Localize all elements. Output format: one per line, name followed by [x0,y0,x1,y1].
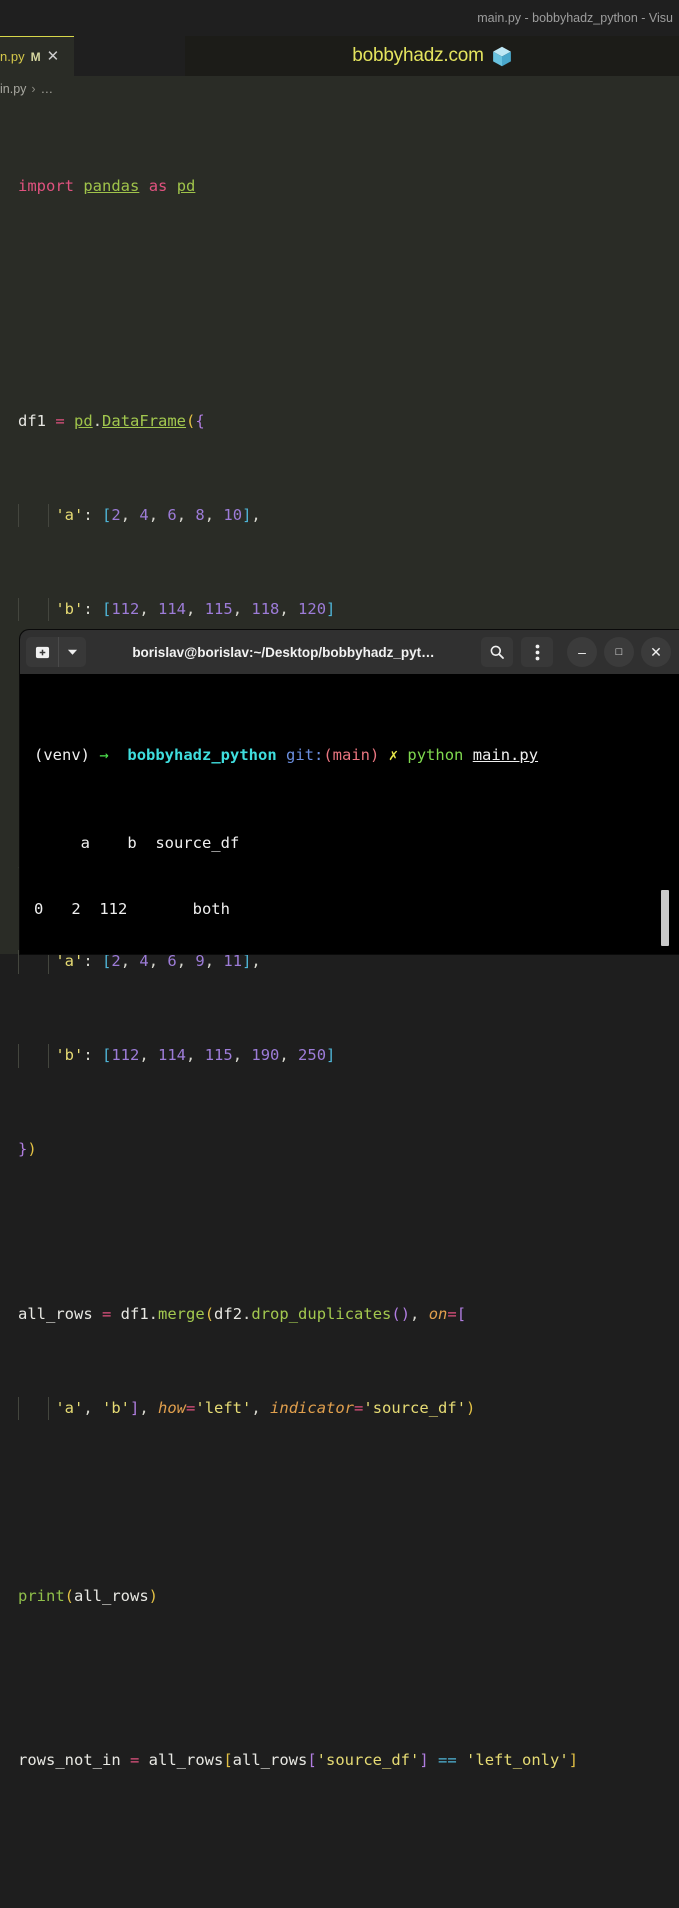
code-line: print(all_rows) [0,1585,679,1609]
editor-tab-main-py[interactable]: n.py M ✕ [0,36,74,76]
terminal-scrollbar[interactable] [661,890,669,946]
git-branch: (main) [323,746,379,764]
code-line [0,1843,679,1867]
code-line: rows_not_in = all_rows[all_rows['source_… [0,1749,679,1773]
close-button[interactable]: ✕ [641,637,671,667]
close-icon[interactable]: ✕ [47,49,60,64]
breadcrumb-file[interactable]: in.py [0,82,26,96]
code-line: 'b': [112, 114, 115, 118, 120] [0,598,679,622]
search-icon[interactable] [481,637,513,667]
search-glyph [489,644,505,660]
code-line [0,316,679,340]
chevron-right-icon: › [31,82,35,96]
editor-tabstrip: n.py M ✕ bobbyhadz.com [0,36,679,76]
venv-label: (venv) [34,746,90,764]
chevron-down-glyph [67,648,78,656]
minimize-button[interactable]: – [567,637,597,667]
tab-modified-badge: M [31,50,41,64]
prompt-arrow-icon: → [99,746,108,764]
maximize-icon: □ [616,646,623,658]
command-program: python [407,746,463,764]
vertical-dots-glyph [535,644,540,661]
terminal-output[interactable]: (venv) → bobbyhadz_python git:(main) ✗ p… [20,674,679,954]
code-line: df1 = pd.DataFrame({ [0,410,679,434]
prompt-dir: bobbyhadz_python [127,746,276,764]
watermark-text: bobbyhadz.com [352,45,484,67]
code-line [0,245,679,269]
close-icon: ✕ [650,644,662,661]
minimize-icon: – [578,644,586,660]
code-line [0,1491,679,1515]
code-line [0,1655,679,1679]
command-argument: main.py [473,746,538,764]
code-line: 'a', 'b'], how='left', indicator='source… [0,1397,679,1421]
git-label: git: [286,746,323,764]
ice-cube-icon [492,46,512,67]
output-header-1: a b source_df [34,832,679,854]
code-line: import pandas as pd [0,175,679,199]
maximize-button[interactable]: □ [604,637,634,667]
code-line: }) [0,1138,679,1162]
window-titlebar: main.py - bobbyhadz_python - Visu [0,0,679,36]
terminal-title: borislav@borislav:~/Desktop/bobbyhadz_py… [90,645,477,660]
breadcrumb[interactable]: in.py › … [0,76,679,102]
output-row: 0 2 112 both [34,898,679,920]
code-line: all_rows = df1.merge(df2.drop_duplicates… [0,1303,679,1327]
chevron-down-icon[interactable] [58,637,86,667]
code-editor[interactable]: import pandas as pd df1 = pd.DataFrame({… [0,102,679,1908]
tab-label: n.py [0,49,25,64]
new-terminal-glyph [35,645,50,660]
terminal-prompt-line: (venv) → bobbyhadz_python git:(main) ✗ p… [34,744,679,766]
window-title: main.py - bobbyhadz_python - Visu [477,11,673,25]
breadcrumb-ellipsis[interactable]: … [41,82,54,96]
code-line: 'b': [112, 114, 115, 190, 250] [0,1044,679,1068]
terminal-window[interactable]: borislav@borislav:~/Desktop/bobbyhadz_py… [20,630,679,954]
git-status-icon: ✗ [389,746,398,764]
vertical-dots-icon[interactable] [521,637,553,667]
new-terminal-icon[interactable] [26,637,58,667]
code-line [0,1209,679,1233]
terminal-titlebar: borislav@borislav:~/Desktop/bobbyhadz_py… [20,630,679,674]
code-line: 'a': [2, 4, 6, 8, 10], [0,504,679,528]
watermark-banner: bobbyhadz.com [185,36,679,76]
new-terminal-group[interactable] [26,637,86,667]
